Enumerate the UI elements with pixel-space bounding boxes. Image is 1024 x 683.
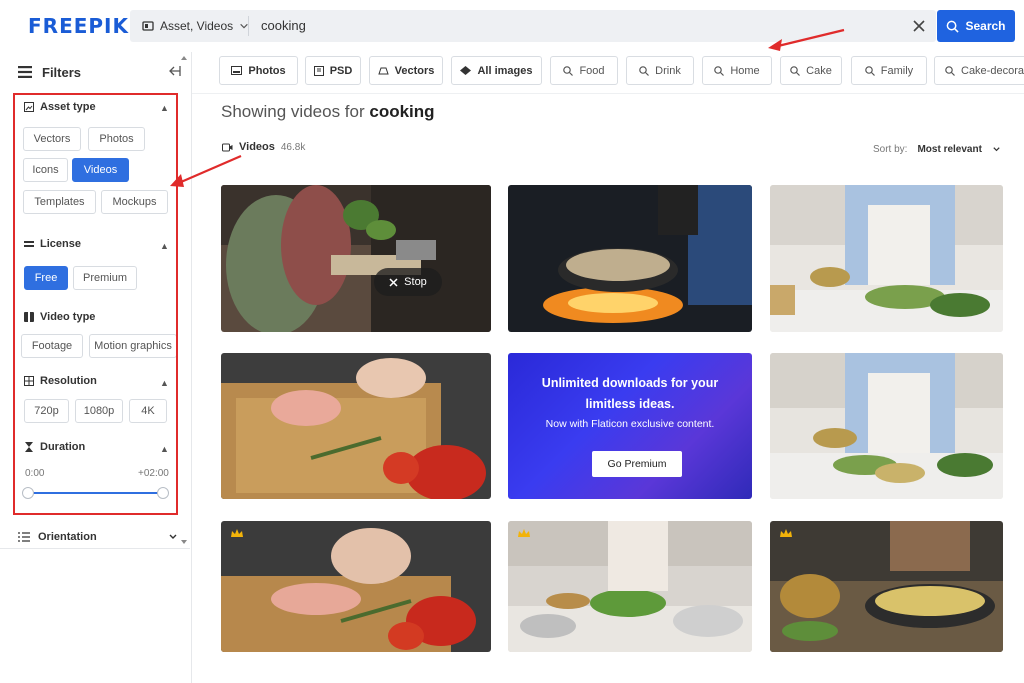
pill-label: Photos [248, 64, 286, 77]
all-images-icon [460, 66, 472, 75]
pill-label: PSD [329, 64, 353, 77]
pill-photos[interactable]: Photos [219, 56, 298, 85]
close-icon [389, 277, 398, 287]
vector-icon [377, 67, 389, 75]
orientation-section-title[interactable]: Orientation [18, 528, 178, 546]
premium-crown-icon [231, 529, 243, 537]
promo-headline-line2: limitless ideas. [585, 397, 675, 411]
top-bar: FREEPIK Asset, Videos Search [0, 0, 1024, 52]
search-box: Asset, Videos [130, 10, 936, 42]
pill-home[interactable]: Home [702, 56, 772, 85]
list-icon [18, 532, 30, 542]
sort-label: Sort by: [873, 144, 908, 155]
psd-icon [313, 65, 324, 76]
search-icon [945, 65, 955, 76]
videos-count: 46.8k [280, 141, 306, 153]
chevron-down-icon[interactable] [168, 532, 178, 542]
video-tile[interactable] [770, 521, 1003, 652]
promo-subtext: Now with Flaticon exclusive content. [545, 418, 715, 430]
pill-cake[interactable]: Cake [780, 56, 842, 85]
pill-label: Vectors [394, 64, 435, 77]
sort-value: Most relevant [917, 144, 982, 155]
results-heading-query: cooking [369, 102, 435, 121]
search-button-label: Search [965, 19, 1006, 33]
video-thumbnail [221, 521, 491, 652]
promo-headline: Unlimited downloads for your limitless i… [508, 373, 752, 415]
video-thumbnail [770, 521, 1003, 652]
videos-label: Videos [239, 141, 275, 153]
promo-headline-line1: Unlimited downloads for your [541, 376, 719, 390]
pill-label: Food [579, 64, 605, 77]
stop-preview-button[interactable]: Stop [374, 268, 442, 296]
search-icon [864, 65, 875, 76]
premium-crown-icon [780, 529, 792, 537]
premium-promo-card: Unlimited downloads for your limitless i… [508, 353, 752, 499]
search-icon [563, 65, 574, 76]
results-heading-prefix: Showing videos for [221, 102, 365, 121]
video-thumbnail [221, 353, 491, 499]
premium-crown-icon [518, 529, 530, 537]
asset-type-dropdown[interactable]: Asset, Videos [142, 10, 249, 42]
pill-food[interactable]: Food [550, 56, 618, 85]
video-icon [142, 21, 154, 31]
freepik-logo[interactable]: FREEPIK [28, 14, 129, 38]
filters-sidebar: Filters Asset type ▲ Vectors Photos Icon… [0, 52, 192, 683]
video-tile[interactable] [508, 521, 752, 652]
annotation-highlight-box [13, 93, 178, 515]
video-thumbnail [508, 185, 752, 332]
photo-icon [231, 66, 243, 75]
filters-header: Filters [18, 62, 184, 82]
pill-drink[interactable]: Drink [626, 56, 694, 85]
filters-menu-icon [18, 66, 32, 78]
search-icon [947, 20, 960, 33]
pill-label: Cake [806, 64, 832, 77]
results-heading: Showing videos for cooking [221, 102, 435, 122]
pill-label: Drink [655, 64, 681, 77]
pill-family[interactable]: Family [851, 56, 927, 85]
video-tile[interactable] [770, 185, 1003, 332]
video-tile[interactable] [221, 185, 491, 332]
go-premium-button[interactable]: Go Premium [592, 451, 682, 477]
video-thumbnail [770, 185, 1003, 332]
pill-label: All images [477, 64, 533, 77]
search-icon [639, 65, 650, 76]
pill-label: Home [730, 64, 760, 77]
search-icon [790, 65, 801, 76]
search-divider [248, 16, 249, 36]
filters-title: Filters [42, 64, 82, 80]
asset-type-label: Asset, Videos [160, 19, 234, 33]
sidebar-scrollbar[interactable] [178, 52, 190, 552]
video-tile[interactable] [770, 353, 1003, 499]
stop-label: Stop [404, 276, 427, 288]
search-button[interactable]: Search [937, 10, 1015, 42]
videos-count-row: Videos 46.8k [222, 141, 305, 153]
video-tile[interactable] [221, 353, 491, 499]
orientation-title: Orientation [38, 531, 97, 543]
related-tags-bar: Photos PSD Vectors All images Food Drink… [192, 52, 1024, 94]
video-thumbnail [221, 185, 491, 332]
pill-label: Cake-decorating [961, 64, 1024, 77]
pill-all-images[interactable]: All images [451, 56, 542, 85]
pill-cake-decorating[interactable]: Cake-decorating [934, 56, 1024, 85]
pill-label: Family [880, 64, 914, 77]
chevron-down-icon [993, 147, 1000, 152]
video-thumbnail [508, 521, 752, 652]
video-tile[interactable] [508, 185, 752, 332]
sidebar-divider [0, 548, 190, 549]
video-tile[interactable] [221, 521, 491, 652]
search-input[interactable] [261, 10, 861, 42]
video-thumbnail [770, 353, 1003, 499]
search-icon [714, 65, 725, 76]
sort-control[interactable]: Sort by: Most relevant [873, 144, 1001, 155]
video-camera-icon [222, 143, 233, 151]
pill-vectors[interactable]: Vectors [369, 56, 443, 85]
pill-psd[interactable]: PSD [305, 56, 361, 85]
clear-search-icon[interactable] [910, 17, 928, 35]
